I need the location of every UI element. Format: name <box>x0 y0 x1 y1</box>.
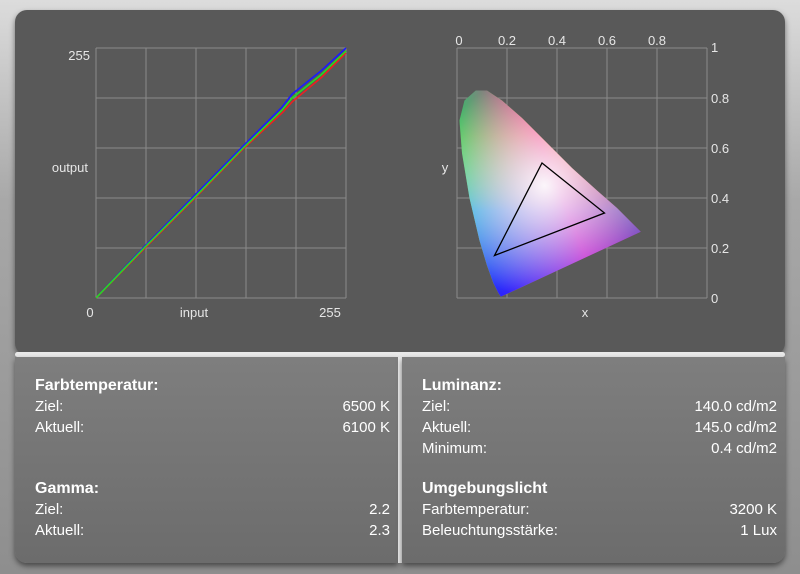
curve-y-tick-label: 255 <box>68 48 90 63</box>
farbtemperatur-title: Farbtemperatur: <box>35 377 159 394</box>
cie-y-tick-label: 0.2 <box>711 241 729 256</box>
cie-x-tick-label: 0.4 <box>548 33 566 48</box>
cie-y-tick-label: 0.6 <box>711 141 729 156</box>
tone-curve-chart: 0 255 255 input output <box>52 47 347 320</box>
farbtemperatur-aktuell-label: Aktuell: <box>35 419 85 436</box>
cie-y-axis-label: y <box>442 160 449 175</box>
umgebungslicht-beleuchtung-row: Beleuchtungsstärke: 1 Lux <box>422 520 777 541</box>
luminanz-ziel-label: Ziel: <box>422 398 451 415</box>
luminanz-aktuell-value: 145.0 cd/m2 <box>694 419 777 436</box>
cie-y-tick-label: 0.8 <box>711 91 729 106</box>
umgebungslicht-farbtemp-label: Farbtemperatur: <box>422 501 530 518</box>
gamma-group: Gamma: Ziel: 2.2 Aktuell: 2.3 <box>35 480 390 541</box>
cie-y-tick-label: 0.4 <box>711 191 729 206</box>
luminanz-minimum-label: Minimum: <box>422 440 488 457</box>
luminanz-group: Luminanz: Ziel: 140.0 cd/m2 Aktuell: 145… <box>422 377 777 459</box>
curve-x-axis-label: input <box>180 305 209 320</box>
cie-chromaticity-chart: 0 0.2 0.4 0.6 0.8 1 0 0.2 0.4 0.6 0.8 x y <box>442 33 729 320</box>
gamma-ziel-row: Ziel: 2.2 <box>35 499 390 520</box>
cie-x-tick-label: 0.2 <box>498 33 516 48</box>
cie-white-point-shading <box>459 90 641 297</box>
umgebungslicht-title: Umgebungslicht <box>422 480 548 497</box>
gamma-ziel-value: 2.2 <box>369 501 390 518</box>
farbtemperatur-group: Farbtemperatur: Ziel: 6500 K Aktuell: 61… <box>35 377 390 438</box>
curve-x-tick-label: 255 <box>319 305 341 320</box>
umgebungslicht-farbtemp-row: Farbtemperatur: 3200 K <box>422 499 777 520</box>
cie-locus-shading <box>459 90 641 297</box>
cie-x-tick-label: 0 <box>455 33 462 48</box>
luminanz-aktuell-label: Aktuell: <box>422 419 472 436</box>
gamma-aktuell-label: Aktuell: <box>35 522 85 539</box>
farbtemperatur-ziel-row: Ziel: 6500 K <box>35 396 390 417</box>
farbtemperatur-aktuell-value: 6100 K <box>342 419 390 436</box>
gamma-aktuell-value: 2.3 <box>369 522 390 539</box>
cie-y-tick-label: 0 <box>711 291 718 306</box>
farbtemperatur-ziel-label: Ziel: <box>35 398 64 415</box>
umgebungslicht-beleuchtung-label: Beleuchtungsstärke: <box>422 522 558 539</box>
info-panel-left: Farbtemperatur: Ziel: 6500 K Aktuell: 61… <box>15 357 398 563</box>
curve-y-axis-label: output <box>52 160 89 175</box>
gamma-ziel-label: Ziel: <box>35 501 64 518</box>
farbtemperatur-aktuell-row: Aktuell: 6100 K <box>35 417 390 438</box>
gamma-aktuell-row: Aktuell: 2.3 <box>35 520 390 541</box>
curve-x-tick-label: 0 <box>86 305 93 320</box>
cie-x-tick-label: 0.8 <box>648 33 666 48</box>
luminanz-title: Luminanz: <box>422 377 502 394</box>
curve-series-line-1 <box>95 52 347 299</box>
farbtemperatur-ziel-value: 6500 K <box>342 398 390 415</box>
cie-y-top-tick-label: 1 <box>711 40 718 55</box>
luminanz-aktuell-row: Aktuell: 145.0 cd/m2 <box>422 417 777 438</box>
umgebungslicht-beleuchtung-value: 1 Lux <box>740 522 777 539</box>
info-panel-right: Luminanz: Ziel: 140.0 cd/m2 Aktuell: 145… <box>402 357 785 563</box>
luminanz-minimum-value: 0.4 cd/m2 <box>711 440 777 457</box>
umgebungslicht-group: Umgebungslicht Farbtemperatur: 3200 K Be… <box>422 480 777 541</box>
luminanz-ziel-value: 140.0 cd/m2 <box>694 398 777 415</box>
luminanz-minimum-row: Minimum: 0.4 cd/m2 <box>422 438 777 459</box>
gamma-title: Gamma: <box>35 480 100 497</box>
cie-x-axis-label: x <box>582 305 589 320</box>
umgebungslicht-farbtemp-value: 3200 K <box>729 501 777 518</box>
luminanz-ziel-row: Ziel: 140.0 cd/m2 <box>422 396 777 417</box>
cie-x-tick-label: 0.6 <box>598 33 616 48</box>
